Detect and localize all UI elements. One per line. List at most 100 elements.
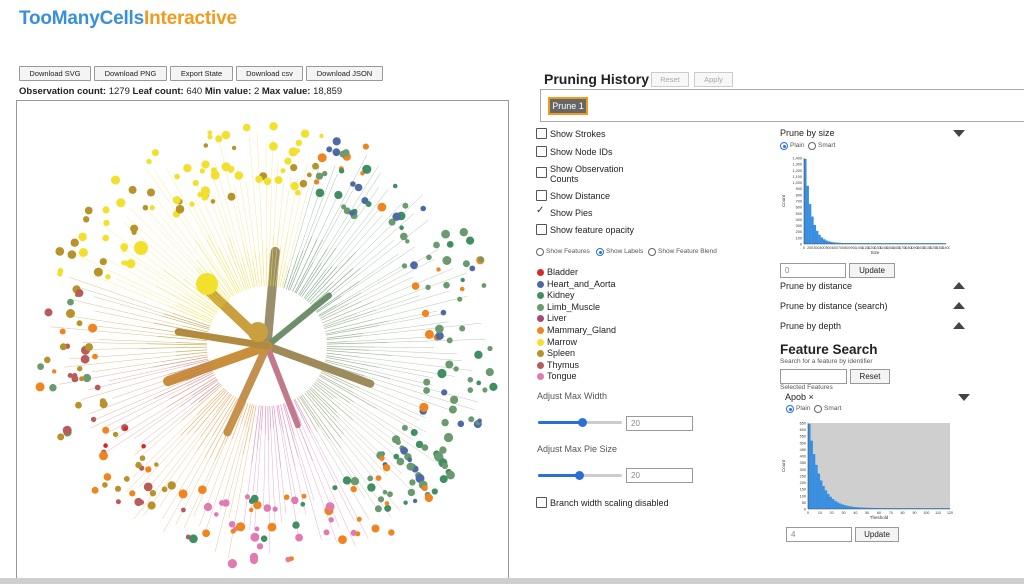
leaf-pie[interactable]: [315, 172, 324, 180]
show-distance-checkbox[interactable]: [536, 190, 547, 201]
leaf-pie[interactable]: [441, 462, 449, 470]
leaf-pie[interactable]: [342, 476, 352, 485]
leaf-pie[interactable]: [448, 405, 457, 414]
leaf-pie[interactable]: [334, 190, 343, 200]
leaf-pie[interactable]: [437, 368, 447, 379]
node-pie[interactable]: [134, 241, 148, 255]
leaf-pie[interactable]: [44, 308, 53, 317]
leaf-pie[interactable]: [52, 369, 57, 374]
tree-branch[interactable]: [233, 184, 248, 251]
node-pie[interactable]: [196, 273, 218, 295]
leaf-pie[interactable]: [332, 137, 341, 146]
leaf-pie[interactable]: [227, 559, 237, 569]
tree-branch[interactable]: [139, 346, 208, 349]
leaf-pie[interactable]: [93, 267, 103, 277]
leaf-pie[interactable]: [423, 387, 430, 394]
show-node-ids-checkbox[interactable]: [536, 146, 547, 157]
leaf-pie[interactable]: [146, 158, 152, 165]
leaf-pie[interactable]: [116, 198, 126, 208]
tree-branch[interactable]: [368, 369, 434, 386]
leaf-pie[interactable]: [102, 482, 108, 488]
leaf-pie[interactable]: [306, 172, 312, 178]
leaf-pie[interactable]: [441, 229, 450, 239]
leaf-pie[interactable]: [103, 219, 110, 226]
leaf-pie[interactable]: [80, 354, 90, 364]
leaf-pie[interactable]: [234, 171, 244, 180]
leaf-pie[interactable]: [290, 164, 298, 172]
leaf-pie[interactable]: [214, 512, 219, 517]
leaf-pie[interactable]: [67, 250, 77, 259]
leaf-pie[interactable]: [242, 125, 248, 131]
tree-branch[interactable]: [313, 383, 334, 400]
leaf-pie[interactable]: [154, 462, 159, 467]
tree-branch[interactable]: [336, 420, 387, 475]
feature-plain-radio[interactable]: [786, 405, 794, 413]
leaf-pie[interactable]: [269, 122, 278, 131]
tree-branch[interactable]: [326, 341, 347, 344]
leaf-pie[interactable]: [147, 501, 156, 510]
tree-branch[interactable]: [269, 139, 273, 254]
show-feature-opacity-checkbox[interactable]: [536, 224, 547, 235]
tree-branch[interactable]: [213, 194, 230, 238]
leaf-pie[interactable]: [284, 157, 292, 165]
leaf-pie[interactable]: [120, 243, 129, 251]
leaf-pie[interactable]: [467, 387, 474, 393]
leaf-pie[interactable]: [382, 464, 391, 472]
leaf-pie[interactable]: [35, 382, 45, 392]
tree-branch[interactable]: [294, 239, 323, 293]
tree-branch[interactable]: [269, 405, 272, 430]
leaf-pie[interactable]: [433, 241, 440, 249]
leaf-pie[interactable]: [392, 183, 398, 189]
tree-branch[interactable]: [175, 351, 208, 356]
leaf-pie[interactable]: [82, 373, 92, 383]
leaf-pie[interactable]: [482, 387, 488, 393]
download-csv-button[interactable]: Download csv: [236, 66, 303, 81]
leaf-pie[interactable]: [420, 205, 427, 212]
leaf-pie[interactable]: [349, 210, 355, 216]
tree-branch[interactable]: [356, 272, 468, 314]
history-apply-button[interactable]: Apply: [694, 72, 733, 87]
tree-branch[interactable]: [143, 204, 199, 268]
leaf-pie[interactable]: [290, 181, 299, 191]
leaf-pie[interactable]: [489, 382, 498, 391]
tree-branch[interactable]: [326, 189, 389, 270]
leaf-pie[interactable]: [442, 256, 452, 265]
leaf-pie[interactable]: [123, 426, 128, 431]
tree-branch[interactable]: [364, 375, 475, 411]
leaf-pie[interactable]: [129, 490, 136, 497]
tree-branch[interactable]: [194, 391, 229, 433]
leaf-pie[interactable]: [295, 139, 303, 146]
leaf-pie[interactable]: [431, 488, 438, 495]
leaf-pie[interactable]: [457, 296, 463, 302]
leaf-pie[interactable]: [99, 258, 107, 266]
leaf-pie[interactable]: [99, 451, 108, 461]
leaf-pie[interactable]: [374, 505, 382, 513]
leaf-pie[interactable]: [59, 328, 66, 335]
tree-branch[interactable]: [64, 355, 176, 368]
leaf-pie[interactable]: [88, 323, 98, 333]
leaf-pie[interactable]: [79, 376, 85, 382]
tree-branch[interactable]: [147, 170, 196, 241]
leaf-pie[interactable]: [145, 466, 152, 473]
leaf-pie[interactable]: [466, 236, 475, 245]
tree-branch[interactable]: [390, 355, 462, 361]
leaf-pie[interactable]: [256, 543, 264, 550]
tree-branch[interactable]: [268, 440, 271, 554]
leaf-pie[interactable]: [426, 254, 432, 261]
leaf-pie[interactable]: [151, 149, 159, 157]
leaf-pie[interactable]: [228, 521, 236, 528]
tree-branch[interactable]: [139, 434, 188, 488]
tree-branch[interactable]: [205, 188, 228, 244]
leaf-pie[interactable]: [362, 143, 369, 150]
tree-branch[interactable]: [297, 456, 322, 541]
tree-branch[interactable]: [326, 335, 363, 341]
leaf-pie[interactable]: [143, 482, 153, 492]
expand-prune-distance-search-icon[interactable]: [953, 302, 965, 309]
leaf-pie[interactable]: [102, 206, 110, 214]
leaf-pie[interactable]: [409, 479, 416, 486]
tree-branch[interactable]: [326, 355, 350, 360]
leaf-pie[interactable]: [76, 320, 83, 327]
tree-branch[interactable]: [228, 237, 248, 290]
leaf-pie[interactable]: [350, 181, 356, 187]
tree-branch[interactable]: [293, 435, 315, 501]
